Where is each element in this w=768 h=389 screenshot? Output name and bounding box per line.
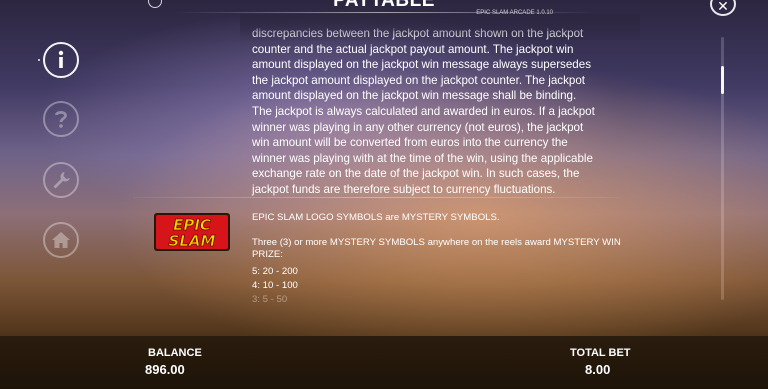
svg-text:SLAM: SLAM bbox=[169, 232, 216, 250]
epic-slam-logo: EPIC SLAM bbox=[154, 213, 230, 251]
jackpot-line: discrepancies between the jackpot amount… bbox=[252, 27, 584, 40]
settings-button[interactable] bbox=[43, 162, 79, 198]
mystery-title: EPIC SLAM LOGO SYMBOLS are MYSTERY SYMBO… bbox=[252, 212, 500, 223]
jackpot-line: winner was playing with at the time of t… bbox=[252, 151, 593, 165]
mystery-description: PRIZE: bbox=[252, 249, 283, 260]
jackpot-line: exchange rate on the date of the jackpot… bbox=[252, 167, 580, 181]
active-indicator bbox=[38, 59, 40, 61]
info-icon bbox=[58, 50, 64, 68]
paytable-title: PAYTABLE bbox=[333, 0, 435, 11]
payout-row: 4: 10 - 100 bbox=[252, 280, 298, 291]
section-divider bbox=[133, 197, 620, 198]
jackpot-line: the jackpot amount displayed on the jack… bbox=[252, 73, 585, 87]
jackpot-line: amount displayed on the jackpot win mess… bbox=[252, 58, 591, 72]
total-bet-value: 8.00 bbox=[585, 362, 611, 377]
home-icon bbox=[52, 232, 70, 248]
help-button[interactable] bbox=[43, 101, 79, 137]
payout-row: 5: 20 - 200 bbox=[252, 266, 298, 277]
close-icon: ✕ bbox=[717, 0, 729, 15]
jackpot-terms: discrepancies between the jackpot amount… bbox=[252, 26, 632, 198]
payout-row: 3: 5 - 50 bbox=[252, 294, 288, 305]
jackpot-line: amount displayed on the jackpot win mess… bbox=[252, 89, 577, 103]
balance-label: BALANCE bbox=[148, 347, 202, 359]
jackpot-line: The jackpot is always calculated and awa… bbox=[252, 104, 595, 118]
total-bet-label: TOTAL BET bbox=[570, 347, 631, 359]
mystery-symbol-info: EPIC SLAM LOGO SYMBOLS are MYSTERY SYMBO… bbox=[252, 212, 652, 307]
jackpot-line: jackpot funds are therefore subject to c… bbox=[252, 182, 556, 196]
scrollbar-thumb[interactable] bbox=[721, 66, 724, 94]
jackpot-line: win amount will be converted from euros … bbox=[252, 136, 568, 150]
jackpot-line: counter and the actual jackpot payout am… bbox=[252, 42, 574, 56]
mystery-description: Three (3) or more MYSTERY SYMBOLS anywhe… bbox=[252, 237, 621, 248]
info-button[interactable] bbox=[43, 42, 79, 78]
title-bar: PAYTABLE EPIC SLAM ARCADE 1.0.10 bbox=[0, 0, 768, 16]
jackpot-line: winner was playing in any other currency… bbox=[252, 120, 584, 134]
game-version: EPIC SLAM ARCADE 1.0.10 bbox=[476, 10, 553, 16]
balance-value: 896.00 bbox=[145, 362, 185, 377]
bottom-bar bbox=[0, 336, 768, 389]
question-icon bbox=[55, 111, 67, 128]
wrench-icon bbox=[53, 172, 70, 189]
home-button[interactable] bbox=[43, 222, 79, 258]
